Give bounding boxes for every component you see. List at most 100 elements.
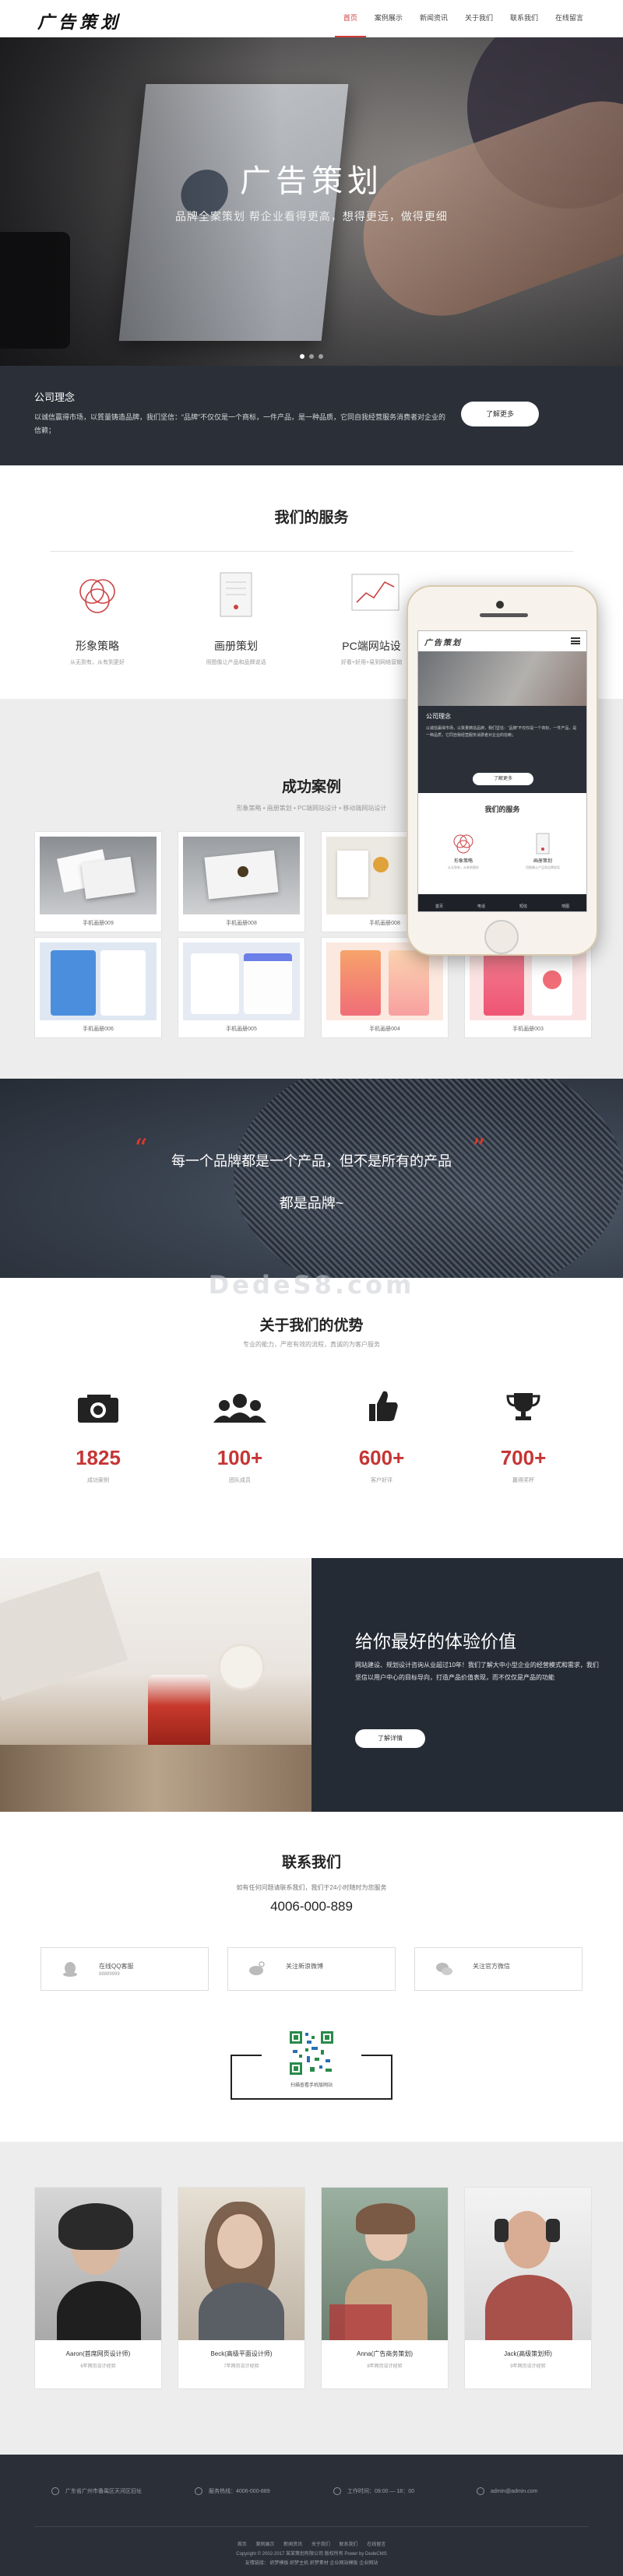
contact-subtitle: 如有任何问题请联系我们，我们于24小时随时为您服务 (236, 1884, 387, 1891)
team-icon (193, 1385, 287, 1424)
phone-tab-home[interactable]: 首页 (418, 894, 460, 911)
friend-link[interactable]: 企业网站模板 (330, 2561, 358, 2566)
hero-banner: 广告策划 品牌全案策划 帮企业看得更高，想得更远，做得更细 (0, 37, 623, 366)
case-thumb (40, 837, 157, 914)
location-icon (51, 2487, 59, 2496)
footer-nav: 首页 案例展示 新闻资讯 关于我们 联系我们 在线留言 (0, 2540, 623, 2547)
slider-dot[interactable] (319, 354, 323, 359)
case-card[interactable]: 手机画册009 (34, 831, 162, 932)
advantage-item: 100+ 团队成员 (193, 1385, 287, 1484)
nav-cases[interactable]: 案例展示 (366, 0, 411, 37)
page: 广告策划 首页 案例展示 新闻资讯 关于我们 联系我们 在线留言 广告策划 品牌… (0, 0, 623, 2576)
member-name: Aaron(首席网页设计师) (65, 2350, 131, 2357)
team-member-card[interactable]: Beck(高级平面设计师) 7年网页设计经验 (178, 2187, 305, 2389)
wechat-box[interactable]: 关注官方微信 (414, 1947, 583, 1991)
phone-home-button (484, 920, 519, 954)
footer-friend-links: 友情链接： 织梦模板 织梦主机 织梦素材 企业网站模板 企业网站 (0, 2559, 623, 2566)
team-member-card[interactable]: Aaron(首席网页设计师) 6年网页设计经验 (34, 2187, 162, 2389)
member-name: Anna(广告商务策划) (356, 2350, 413, 2357)
hamburger-menu-icon[interactable] (571, 637, 580, 644)
friend-link[interactable]: 织梦主机 (290, 2561, 308, 2566)
trophy-icon (477, 1385, 570, 1424)
nav-news[interactable]: 新闻资讯 (411, 0, 456, 37)
service-name: 形象策略 (76, 640, 119, 652)
case-caption: 手机画册003 (512, 1027, 544, 1032)
member-name: Jack(高级策划师) (504, 2350, 552, 2357)
venn-icon (453, 834, 473, 854)
team-member-card[interactable]: Jack(高级策划师) 9年网页设计经验 (464, 2187, 592, 2389)
phone-services-title: 我们的服务 (484, 805, 520, 813)
quote-line-2: 都是品牌~ (279, 1195, 344, 1211)
nav-message[interactable]: 在线留言 (547, 0, 592, 37)
friend-link[interactable]: 企业网站 (359, 2561, 378, 2566)
advantages-title: 关于我们的优势 (259, 1318, 364, 1334)
footer-hotline: 服务热线：4006-000-889 (195, 2487, 270, 2496)
case-card[interactable]: 手机画册006 (34, 937, 162, 1038)
footer-nav-news[interactable]: 新闻资讯 (283, 2543, 302, 2547)
phone-learn-more-button[interactable]: 了解更多 (473, 773, 533, 785)
service-item[interactable]: 形象策略 从无到有，从有到更好 (39, 568, 156, 666)
experience-photo (0, 1558, 312, 1812)
qq-service-box[interactable]: 在线QQ客服 88889999 (40, 1947, 209, 1991)
phone-camera (496, 601, 504, 609)
phone-concept-text: 以诚信赢得市场，以質量铸造品牌，我们坚信：“品牌”不仅仅是一个商标，一件产品，是… (426, 726, 577, 738)
case-caption: 手机画册004 (369, 1027, 400, 1032)
phone-logo: 广告策划 (424, 639, 462, 648)
phone-service-name: 画册策划 (533, 859, 552, 864)
member-desc: 9年网页设计经验 (510, 2364, 546, 2369)
site-logo[interactable]: 广告策划 (37, 9, 121, 33)
phone-concept: 公司理念 以诚信赢得市场，以質量铸造品牌，我们坚信：“品牌”不仅仅是一个商标，一… (418, 706, 586, 793)
weibo-box[interactable]: 关注新浪微博 (227, 1947, 396, 1991)
advantage-number: 100+ (216, 1446, 263, 1469)
phone-service-item[interactable]: 画册策划 用图像让产品和品牌说话 (504, 832, 582, 870)
nav-contact[interactable]: 联系我们 (502, 0, 547, 37)
experience-section (0, 1558, 623, 1812)
case-card[interactable]: 手机画册008 (178, 831, 305, 932)
team-member-card[interactable]: Anna(广告商务策划) 8年网页设计经验 (321, 2187, 449, 2389)
concept-text: 以诚信赢得市场，以質量铸造品牌，我们坚信：“品牌”不仅仅是一个商标，一件产品，是… (34, 413, 445, 434)
nav-about[interactable]: 关于我们 (456, 0, 502, 37)
phone-tab-call[interactable]: 电话 (460, 894, 502, 911)
phone-tab-map[interactable]: 地图 (544, 894, 586, 911)
qr-frame-bottom (231, 2098, 392, 2100)
experience-text: 网站建设、规划设计咨询从业超过10年！我们了解大中小型企业的经营模式和需求，我们… (355, 1662, 599, 1681)
phone-service-item[interactable]: 形象策略 从无到有，从有到更好 (424, 832, 502, 870)
phone-tab-sms[interactable]: 短信 (502, 894, 544, 911)
footer-nav-message[interactable]: 在线留言 (367, 2543, 385, 2547)
nav-home[interactable]: 首页 (334, 0, 366, 37)
advantage-label: 赢得奖杯 (512, 1478, 534, 1483)
header: 广告策划 首页 案例展示 新闻资讯 关于我们 联系我们 在线留言 (0, 0, 623, 37)
footer-address: 广东省广州市番禺区天河区旧址 (51, 2487, 142, 2496)
learn-more-button[interactable]: 了解更多 (461, 402, 539, 426)
footer-nav-home[interactable]: 首页 (238, 2543, 247, 2547)
footer-nav-contact[interactable]: 联系我们 (340, 2543, 358, 2547)
case-caption: 手机画册008 (226, 921, 257, 926)
experience-details-button[interactable]: 了解详情 (355, 1729, 425, 1748)
footer-nav-cases[interactable]: 案例展示 (255, 2543, 274, 2547)
footer-nav-about[interactable]: 关于我们 (312, 2543, 330, 2547)
qq-box-title: 在线QQ客服 (99, 1963, 134, 1970)
banner-subtitle: 品牌全案策划 帮企业看得更高，想得更远，做得更细 (175, 210, 448, 223)
brochure-icon (536, 833, 550, 855)
slider-dot[interactable] (300, 354, 304, 359)
friend-link[interactable]: 织梦模板 (269, 2561, 288, 2566)
experience-panel (312, 1558, 623, 1812)
member-photo (35, 2188, 161, 2340)
case-card[interactable]: 手机画册005 (178, 937, 305, 1038)
qq-icon (63, 1962, 77, 1977)
venn-icon (39, 568, 156, 623)
wechat-box-title: 关注官方微信 (473, 1963, 510, 1970)
friend-link[interactable]: 织梦素材 (310, 2561, 329, 2566)
phone-screen: 广告策划 公司理念 以诚信赢得市场，以質量铸造品牌，我们坚信：“品牌”不仅仅是一… (417, 630, 587, 912)
slider-dot[interactable] (309, 354, 314, 359)
main-nav: 首页 案例展示 新闻资讯 关于我们 联系我们 在线留言 (334, 0, 592, 37)
advantage-label: 客户好评 (371, 1478, 392, 1483)
member-desc: 8年网页设计经验 (367, 2364, 403, 2369)
member-photo (178, 2188, 304, 2340)
service-item[interactable]: 画册策划 用图像让产品和品牌说话 (178, 568, 294, 666)
wechat-icon (436, 1963, 452, 1975)
case-thumb (183, 942, 300, 1020)
advantage-item: 700+ 赢得奖杯 (477, 1385, 570, 1484)
service-desc: 从无到有，从有到更好 (70, 660, 125, 665)
thumbs-up-icon (335, 1385, 428, 1424)
